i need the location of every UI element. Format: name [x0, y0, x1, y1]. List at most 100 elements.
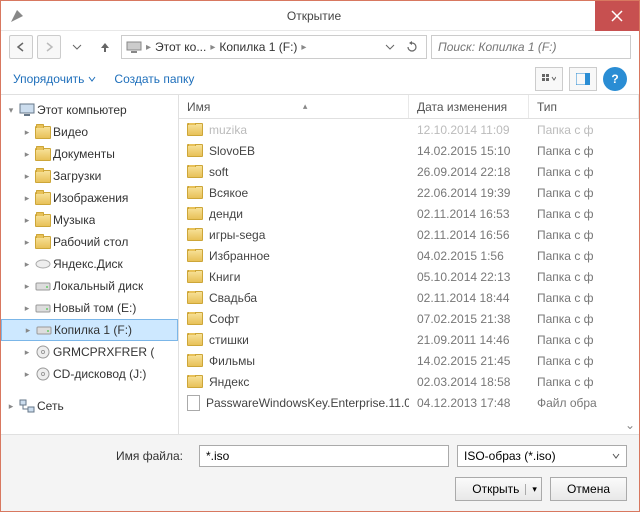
file-row[interactable]: Избранное04.02.2015 1:56Папка с ф — [179, 245, 639, 266]
expand-icon[interactable]: ▸ — [21, 347, 33, 358]
file-name: стишки — [209, 333, 249, 347]
tree-label: Загрузки — [53, 169, 101, 183]
close-button[interactable] — [595, 1, 639, 31]
file-row[interactable]: денди02.11.2014 16:53Папка с ф — [179, 203, 639, 224]
file-row[interactable]: игры-sega02.11.2014 16:56Папка с ф — [179, 224, 639, 245]
view-options-button[interactable] — [535, 67, 563, 91]
file-row[interactable]: muzika12.10.2014 11:09Папка с ф — [179, 119, 639, 140]
tree-label: Музыка — [53, 213, 95, 227]
breadcrumb-item[interactable]: Копилка 1 (F:) — [219, 40, 297, 54]
toolbar: Упорядочить Создать папку ? — [1, 63, 639, 95]
address-bar[interactable]: ▸ Этот ко... ▸ Копилка 1 (F:) ▸ — [121, 35, 427, 59]
file-type: Папка с ф — [529, 333, 639, 347]
forward-button[interactable] — [37, 35, 61, 59]
expand-icon[interactable]: ▸ — [5, 401, 17, 412]
file-name: Всякое — [209, 186, 248, 200]
recent-dropdown[interactable] — [65, 35, 89, 59]
file-row[interactable]: SlovoEB14.02.2015 15:10Папка с ф — [179, 140, 639, 161]
file-date: 14.02.2015 21:45 — [409, 354, 529, 368]
tree-label: Этот компьютер — [37, 103, 127, 117]
file-row[interactable]: PasswareWindowsKey.Enterprise.11.0.357..… — [179, 392, 639, 413]
back-button[interactable] — [9, 35, 33, 59]
expand-icon[interactable]: ▸ — [21, 303, 33, 314]
refresh-button[interactable] — [402, 37, 422, 57]
file-type: Папка с ф — [529, 207, 639, 221]
column-headers: Имя▴ Дата изменения Тип — [179, 95, 639, 119]
tree-item[interactable]: ▾ Этот компьютер — [1, 99, 178, 121]
up-button[interactable] — [93, 35, 117, 59]
new-folder-button[interactable]: Создать папку — [114, 72, 194, 86]
tree-item[interactable]: ▸Копилка 1 (F:) — [1, 319, 178, 341]
history-dropdown[interactable] — [380, 37, 400, 57]
expand-icon[interactable]: ▸ — [21, 259, 33, 270]
tree-item[interactable]: ▸ Документы — [1, 143, 178, 165]
expand-icon[interactable]: ▸ — [21, 215, 33, 226]
chevron-right-icon: ▸ — [210, 42, 215, 53]
file-row[interactable]: стишки21.09.2011 14:46Папка с ф — [179, 329, 639, 350]
expand-icon[interactable]: ▸ — [21, 281, 33, 292]
expand-icon[interactable]: ▾ — [5, 105, 17, 116]
dialog-body: ▾Этот компьютер▸Видео▸Документы▸Загрузки… — [1, 95, 639, 434]
column-date[interactable]: Дата изменения — [409, 95, 529, 118]
file-row[interactable]: Книги05.10.2014 22:13Папка с ф — [179, 266, 639, 287]
file-row[interactable]: Всякое22.06.2014 19:39Папка с ф — [179, 182, 639, 203]
expand-icon[interactable]: ▸ — [21, 193, 33, 204]
preview-pane-button[interactable] — [569, 67, 597, 91]
folder-img-icon — [35, 190, 51, 206]
file-rows[interactable]: muzika12.10.2014 11:09Папка с фSlovoEB14… — [179, 119, 639, 434]
folder-icon — [187, 123, 203, 136]
tree-item[interactable]: ▸Яндекс.Диск — [1, 253, 178, 275]
organize-menu[interactable]: Упорядочить — [13, 72, 96, 86]
tree-item[interactable]: ▸Сеть — [1, 395, 178, 417]
expand-icon[interactable]: ▸ — [21, 171, 33, 182]
folder-icon — [187, 312, 203, 325]
tree-item[interactable]: ▸ Загрузки — [1, 165, 178, 187]
tree-item[interactable]: ▸ Новый том (E:) — [1, 297, 178, 319]
file-row[interactable]: soft26.09.2014 22:18Папка с ф — [179, 161, 639, 182]
tree-label: Новый том (E:) — [53, 301, 136, 315]
window-title: Открытие — [33, 9, 595, 23]
tree-item[interactable]: ▸Локальный диск — [1, 275, 178, 297]
file-type: Файл обра — [529, 396, 639, 410]
file-date: 02.11.2014 18:44 — [409, 291, 529, 305]
file-icon — [187, 395, 200, 411]
file-row[interactable]: Фильмы14.02.2015 21:45Папка с ф — [179, 350, 639, 371]
column-name[interactable]: Имя▴ — [179, 95, 409, 118]
pc-icon — [126, 41, 142, 53]
filetype-filter[interactable]: ISO-образ (*.iso) — [457, 445, 627, 467]
file-type: Папка с ф — [529, 375, 639, 389]
search-input[interactable] — [438, 40, 624, 54]
nav-tree[interactable]: ▾Этот компьютер▸Видео▸Документы▸Загрузки… — [1, 95, 179, 434]
chevron-right-icon: ▸ — [301, 42, 306, 53]
cd-icon — [35, 344, 51, 360]
tree-item[interactable]: ▸Видео — [1, 121, 178, 143]
tree-item[interactable]: ▸Изображения — [1, 187, 178, 209]
tree-item[interactable]: ▸Рабочий стол — [1, 231, 178, 253]
expand-icon[interactable]: ▸ — [22, 325, 34, 336]
tree-item[interactable]: ▸CD-дисковод (J:) — [1, 363, 178, 385]
pc-icon — [19, 102, 35, 118]
breadcrumb-item[interactable]: Этот ко... — [155, 40, 206, 54]
expand-icon[interactable]: ▸ — [21, 149, 33, 160]
column-type[interactable]: Тип — [529, 95, 639, 118]
help-button[interactable]: ? — [603, 67, 627, 91]
drive-icon — [35, 278, 51, 294]
file-row[interactable]: Яндекс02.03.2014 18:58Папка с ф — [179, 371, 639, 392]
open-button[interactable]: Открыть▾ — [455, 477, 542, 501]
filename-input[interactable] — [199, 445, 449, 467]
expand-icon[interactable]: ▸ — [21, 127, 33, 138]
file-date: 04.12.2013 17:48 — [409, 396, 529, 410]
file-name: soft — [209, 165, 228, 179]
expand-icon[interactable]: ▸ — [21, 369, 33, 380]
cancel-button[interactable]: Отмена — [550, 477, 627, 501]
tree-label: Документы — [53, 147, 115, 161]
tree-item[interactable]: ▸ Музыка — [1, 209, 178, 231]
search-box[interactable] — [431, 35, 631, 59]
scroll-down-icon[interactable]: ⌄ — [625, 418, 635, 432]
titlebar: Открытие — [1, 1, 639, 31]
file-row[interactable]: Софт07.02.2015 21:38Папка с ф — [179, 308, 639, 329]
file-row[interactable]: Свадьба02.11.2014 18:44Папка с ф — [179, 287, 639, 308]
file-list-pane: Имя▴ Дата изменения Тип muzika12.10.2014… — [179, 95, 639, 434]
tree-item[interactable]: ▸GRMCPRXFRER ( — [1, 341, 178, 363]
expand-icon[interactable]: ▸ — [21, 237, 33, 248]
